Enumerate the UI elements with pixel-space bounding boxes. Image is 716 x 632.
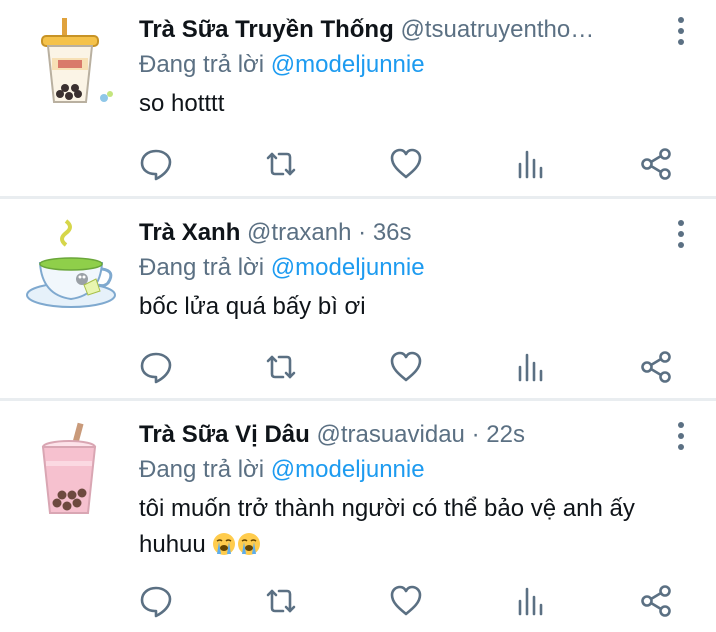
share-icon — [641, 585, 671, 617]
reply-context: Đang trả lời @modeljunnie — [139, 49, 656, 81]
share-button[interactable] — [638, 349, 674, 385]
loudly-crying-face-icon — [212, 533, 235, 555]
like-icon — [390, 148, 422, 179]
tweet-header: Trà Sữa Truyền Thống @tsuatruyentho… — [139, 14, 656, 46]
like-button[interactable] — [388, 146, 424, 182]
reply-icon — [140, 352, 172, 384]
more-vertical-icon — [678, 220, 684, 248]
retweet-icon — [266, 355, 296, 379]
tweet-text: bốc lửa quá bấy bì ơi — [139, 293, 366, 320]
more-options-button[interactable] — [676, 421, 686, 451]
display-name[interactable]: Trà Sữa Vị Dâu — [139, 421, 310, 448]
green-tea-cup-icon — [26, 219, 116, 308]
bubble-tea-cup-icon — [41, 18, 113, 103]
timestamp[interactable]: 36s — [373, 219, 412, 246]
like-button[interactable] — [388, 583, 424, 619]
reply-button[interactable] — [138, 583, 174, 619]
views-button[interactable] — [513, 349, 549, 385]
retweet-button[interactable] — [263, 349, 299, 385]
separator-dot: · — [471, 421, 480, 448]
loudly-crying-face-icon — [237, 533, 260, 555]
display-name[interactable]: Trà Sữa Truyền Thống — [139, 16, 394, 43]
tweet-header: Trà Xanh @traxanh · 36s — [139, 217, 656, 249]
tweet-actions — [138, 146, 678, 182]
tweet-actions — [138, 349, 678, 385]
reply-mention[interactable]: @modeljunnie — [271, 456, 425, 483]
more-vertical-icon — [678, 17, 684, 45]
avatar[interactable] — [22, 14, 120, 112]
more-options-button[interactable] — [676, 16, 686, 46]
more-options-button[interactable] — [676, 219, 686, 249]
reply-mention[interactable]: @modeljunnie — [271, 254, 425, 281]
reply-prefix: Đang trả lời — [139, 254, 265, 281]
share-icon — [641, 351, 671, 383]
views-icon — [518, 353, 543, 382]
timestamp[interactable]: 22s — [486, 421, 525, 448]
tweet-text: so hotttt — [139, 90, 225, 117]
tweet[interactable]: Trà Sữa Truyền Thống @tsuatruyentho… Đan… — [0, 0, 716, 197]
views-icon — [518, 587, 543, 616]
tweet[interactable]: Trà Xanh @traxanh · 36s Đang trả lời @mo… — [0, 197, 716, 399]
views-button[interactable] — [513, 146, 549, 182]
retweet-button[interactable] — [263, 583, 299, 619]
reply-prefix: Đang trả lời — [139, 51, 265, 78]
share-icon — [641, 148, 671, 180]
separator-dot: · — [358, 219, 367, 246]
avatar[interactable] — [22, 421, 120, 519]
display-name[interactable]: Trà Xanh — [139, 219, 240, 246]
like-icon — [390, 585, 422, 616]
retweet-button[interactable] — [263, 146, 299, 182]
like-button[interactable] — [388, 349, 424, 385]
reply-context: Đang trả lời @modeljunnie — [139, 252, 656, 284]
views-icon — [518, 150, 543, 179]
retweet-icon — [266, 589, 296, 613]
user-handle[interactable]: @trasuavidau — [316, 421, 464, 448]
reply-icon — [140, 149, 172, 181]
avatar[interactable] — [22, 217, 120, 315]
reply-icon — [140, 586, 172, 618]
tweet[interactable]: Trà Sữa Vị Dâu @trasuavidau · 22s Đang t… — [0, 399, 716, 632]
share-button[interactable] — [638, 583, 674, 619]
user-handle[interactable]: @tsuatruyentho… — [400, 16, 594, 43]
share-button[interactable] — [638, 146, 674, 182]
reply-prefix: Đang trả lời — [139, 456, 265, 483]
user-handle[interactable]: @traxanh — [247, 219, 351, 246]
reply-button[interactable] — [138, 349, 174, 385]
reply-context: Đang trả lời @modeljunnie — [139, 454, 656, 486]
tweet-header: Trà Sữa Vị Dâu @trasuavidau · 22s — [139, 419, 656, 451]
more-vertical-icon — [678, 422, 684, 450]
tweet-actions — [138, 583, 678, 619]
strawberry-milk-tea-icon — [41, 422, 97, 514]
like-icon — [390, 351, 422, 382]
reply-mention[interactable]: @modeljunnie — [271, 51, 425, 78]
views-button[interactable] — [513, 583, 549, 619]
retweet-icon — [266, 152, 296, 176]
reply-button[interactable] — [138, 146, 174, 182]
tweet-text: tôi muốn trở thành người có thể bảo vệ a… — [139, 491, 656, 563]
